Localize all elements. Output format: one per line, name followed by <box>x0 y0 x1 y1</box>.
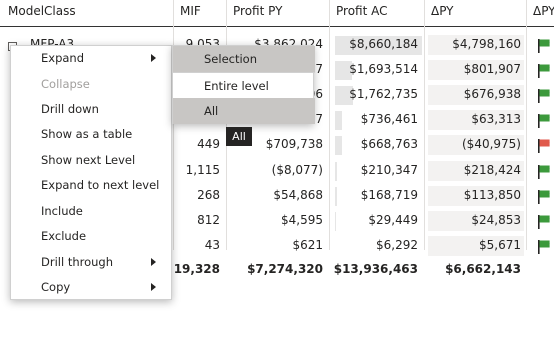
profit-ac-value: $29,449 <box>368 213 418 227</box>
delta-py-value: $801,907 <box>463 62 521 76</box>
menu-item-drill-down[interactable]: Drill down <box>11 97 173 122</box>
menu-item-copy[interactable]: Copy <box>11 275 173 300</box>
profit-py-value: ($8,077) <box>271 163 323 177</box>
profit-ac-value: $210,347 <box>360 163 418 177</box>
chevron-right-icon <box>151 54 156 62</box>
menu-item-collapse: Collapse <box>11 72 173 97</box>
profit-ac-value: $168,719 <box>360 188 418 202</box>
submenu-item-label: Entire level <box>204 79 269 93</box>
header-profit-py[interactable]: Profit PY <box>233 4 282 18</box>
profit-py-value: $709,738 <box>265 137 323 151</box>
submenu-item-all[interactable]: All <box>173 98 315 124</box>
profit-ac-value: $668,763 <box>360 137 418 151</box>
submenu-item-label: Selection <box>204 52 257 66</box>
delta-py-value: $5,671 <box>479 238 521 252</box>
total-delta-py: $6,662,143 <box>445 262 521 276</box>
menu-item-label: Drill down <box>41 102 99 116</box>
total-mif: 19,328 <box>173 262 220 276</box>
menu-item-expand-to-next-level[interactable]: Expand to next level <box>11 173 173 198</box>
context-menu: Expand Collapse Drill down Show as a table S… <box>10 45 172 300</box>
profit-py-value: $621 <box>292 238 323 252</box>
header-modelclass[interactable]: ModelClass <box>8 4 76 18</box>
menu-item-show-as-a-table[interactable]: Show as a table <box>11 122 173 147</box>
delta-py-value: $24,853 <box>471 213 521 227</box>
total-profit-ac: $13,936,463 <box>333 262 418 276</box>
header-delta-py[interactable]: ΔPY <box>431 4 454 18</box>
delta-py-value: ($40,975) <box>462 137 521 151</box>
delta-py-value: $113,850 <box>463 188 521 202</box>
green-flag-icon <box>536 88 552 104</box>
submenu-item-selection[interactable]: Selection <box>173 46 315 72</box>
profit-ac-bar <box>335 111 342 130</box>
profit-ac-bar <box>335 136 342 155</box>
header-profit-ac[interactable]: Profit AC <box>336 4 388 18</box>
menu-item-label: Copy <box>41 280 71 294</box>
profit-ac-value: $6,292 <box>376 238 418 252</box>
menu-item-label: Exclude <box>41 229 87 243</box>
green-flag-icon <box>536 164 552 180</box>
mif-value: 449 <box>197 137 220 151</box>
mif-value: 812 <box>197 213 220 227</box>
profit-ac-bar <box>335 162 338 181</box>
profit-ac-value: $1,762,735 <box>349 87 418 101</box>
menu-item-label: Expand to next level <box>41 178 160 192</box>
menu-item-include[interactable]: Include <box>11 199 173 224</box>
mif-value: 268 <box>197 188 220 202</box>
red-flag-icon <box>536 138 552 154</box>
menu-item-exclude[interactable]: Exclude <box>11 224 173 249</box>
delta-py-value: $218,424 <box>463 163 521 177</box>
mif-value: 43 <box>204 238 220 252</box>
menu-item-expand[interactable]: Expand <box>11 46 173 71</box>
menu-item-label: Show next Level <box>41 153 136 167</box>
green-flag-icon <box>536 63 552 79</box>
green-flag-icon <box>536 38 552 54</box>
profit-ac-value: $736,461 <box>360 112 418 126</box>
profit-ac-value: $8,660,184 <box>349 37 418 51</box>
profit-py-value: $4,595 <box>281 213 323 227</box>
submenu-item-label: All <box>204 104 219 118</box>
submenu-item-entire-level[interactable]: Entire level <box>173 73 315 99</box>
mif-value: 1,115 <box>185 163 220 177</box>
delta-py-value: $63,313 <box>471 112 521 126</box>
profit-ac-bar <box>335 187 337 206</box>
menu-item-label: Drill through <box>41 255 114 269</box>
chevron-right-icon <box>151 258 156 266</box>
table-header: ModelClass MIF Profit PY Profit AC ΔPY Δ… <box>0 0 554 27</box>
total-profit-py: $7,274,320 <box>247 262 323 276</box>
menu-item-label: Expand <box>41 51 85 65</box>
header-delta-py-2[interactable]: ΔPY <box>533 4 554 18</box>
green-flag-icon <box>536 239 552 255</box>
green-flag-icon <box>536 113 552 129</box>
expand-submenu: Selection Entire level All <box>172 45 315 124</box>
header-mif[interactable]: MIF <box>180 4 201 18</box>
chevron-right-icon <box>151 283 156 291</box>
delta-py-value: $4,798,160 <box>452 37 521 51</box>
green-flag-icon <box>536 214 552 230</box>
tooltip: All <box>226 127 252 146</box>
green-flag-icon <box>536 189 552 205</box>
profit-py-value: $54,868 <box>273 188 323 202</box>
profit-ac-value: $1,693,514 <box>349 62 418 76</box>
menu-item-drill-through[interactable]: Drill through <box>11 250 173 275</box>
menu-item-label: Show as a table <box>41 127 133 141</box>
menu-item-show-next-level[interactable]: Show next Level <box>11 148 173 173</box>
menu-item-label: Include <box>41 204 83 218</box>
menu-item-label: Collapse <box>41 77 90 91</box>
delta-py-value: $676,938 <box>463 87 521 101</box>
